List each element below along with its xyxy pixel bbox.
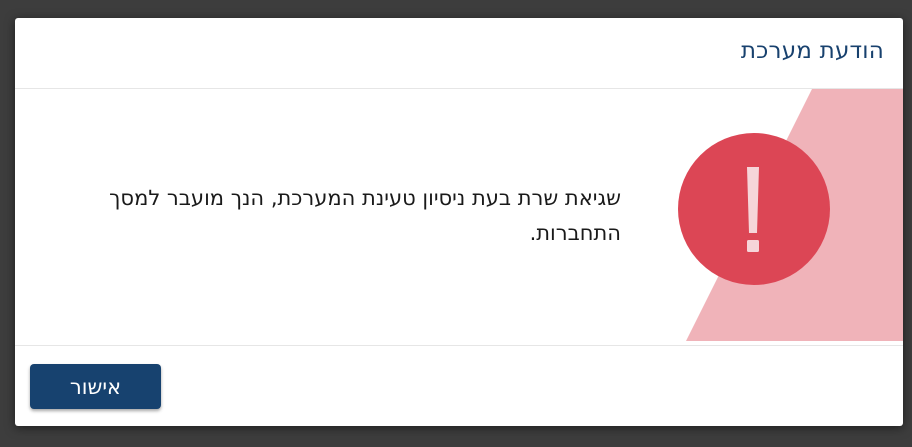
alert-circle <box>678 133 830 285</box>
ok-button[interactable]: אישור <box>30 364 161 409</box>
dialog-title: הודעת מערכת <box>740 38 884 64</box>
dialog-body: שגיאת שרת בעת ניסיון טעינת המערכת, הנך מ… <box>15 89 903 341</box>
system-message-dialog: הודעת מערכת שגיאת שרת בעת ניסיון טעינת ה… <box>15 18 903 426</box>
dialog-header: הודעת מערכת <box>15 18 903 89</box>
dialog-footer: אישור <box>15 345 903 426</box>
exclamation-icon <box>747 167 759 252</box>
dialog-message: שגיאת שרת בעת ניסיון טעינת המערכת, הנך מ… <box>109 186 621 245</box>
